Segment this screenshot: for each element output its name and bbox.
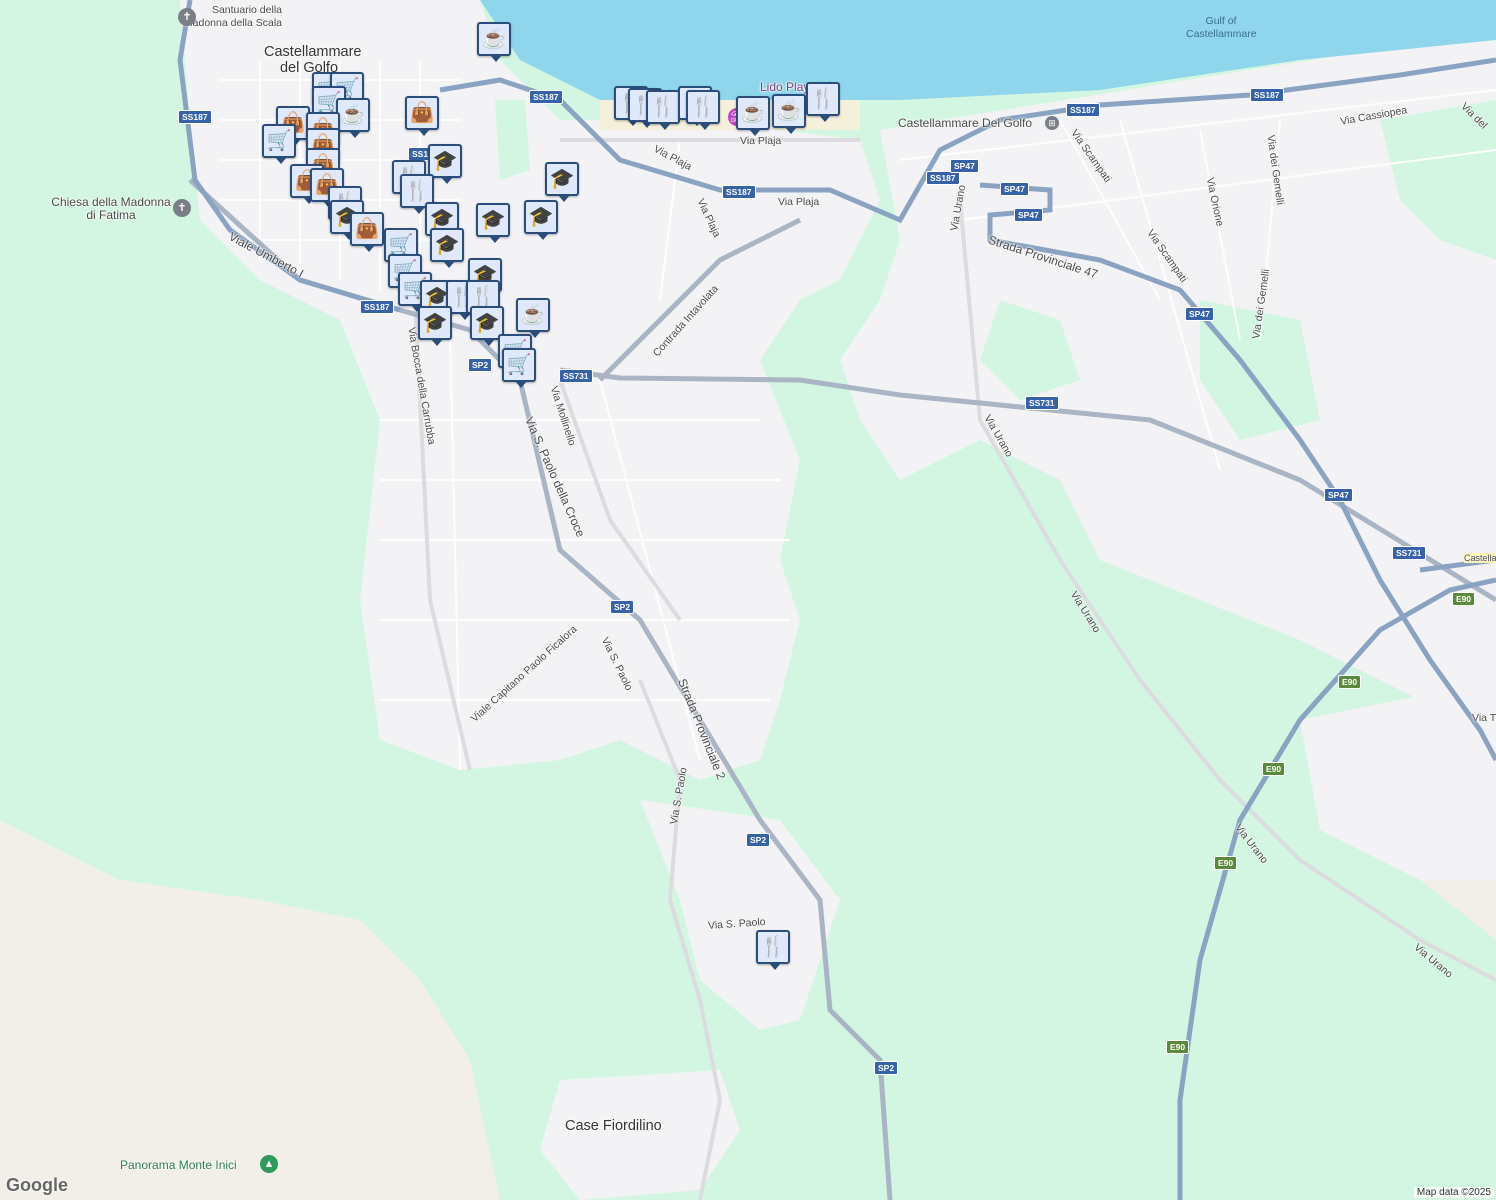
road-shield: SS187 bbox=[1250, 88, 1284, 102]
school-icon[interactable]: 🎓 bbox=[524, 200, 558, 240]
castellammare-edge-label: Castella del G bbox=[1464, 553, 1496, 563]
station-label: Castellammare Del Golfo bbox=[898, 116, 1033, 130]
road-shield: SS187 bbox=[360, 300, 394, 314]
case-fiordilino-label: Case Fiordilino bbox=[565, 1118, 662, 1134]
road-shield: SP2 bbox=[874, 1061, 899, 1075]
cafe-icon[interactable]: ☕ bbox=[736, 96, 770, 136]
road-shield: SS731 bbox=[1025, 396, 1059, 410]
road-shield: SP2 bbox=[468, 358, 493, 372]
park-icon[interactable]: ▲ bbox=[260, 1155, 278, 1173]
church-icon[interactable]: ✝ bbox=[178, 8, 196, 26]
road-shield: SP2 bbox=[610, 600, 635, 614]
street-via-plaja: Via Plaja bbox=[778, 196, 820, 208]
restaurant-icon[interactable]: 🍴 bbox=[756, 930, 790, 970]
gulf-label: Gulf of Castellammare bbox=[1186, 15, 1257, 40]
map-attribution[interactable]: Map data ©2025 bbox=[1413, 1187, 1494, 1198]
shopping-cart-icon[interactable]: 🛒 bbox=[502, 348, 536, 388]
road-shield: E90 bbox=[1452, 592, 1476, 606]
street-via-t: Via T bbox=[1472, 712, 1496, 724]
road-shield: SS731 bbox=[559, 369, 593, 383]
road-shield: SP47 bbox=[1185, 307, 1214, 321]
road-shield: SS187 bbox=[1066, 103, 1100, 117]
road-shield: E90 bbox=[1338, 675, 1362, 689]
sanctuary-label: Santuario della Madonna della Scala bbox=[183, 4, 282, 29]
road-shield: SS187 bbox=[926, 171, 960, 185]
road-shield: SS187 bbox=[722, 185, 756, 199]
road-shield: SS731 bbox=[1392, 546, 1426, 560]
shopping-bag-icon[interactable]: 👜 bbox=[350, 212, 384, 252]
school-icon[interactable]: 🎓 bbox=[545, 162, 579, 202]
cafe-icon[interactable]: ☕ bbox=[477, 22, 511, 62]
panorama-label: Panorama Monte Inici bbox=[120, 1158, 237, 1172]
road-shield: SS187 bbox=[178, 110, 212, 124]
road-shield: SP47 bbox=[1000, 182, 1029, 196]
shopping-cart-icon[interactable]: 🛒 bbox=[262, 124, 296, 164]
road-shield: E90 bbox=[1214, 856, 1238, 870]
church-label: Chiesa della Madonna di Fatima bbox=[51, 195, 171, 222]
road-shield: SP47 bbox=[1324, 488, 1353, 502]
cafe-icon[interactable]: ☕ bbox=[336, 98, 370, 138]
restaurant-icon[interactable]: 🍴 bbox=[686, 90, 720, 130]
school-icon[interactable]: 🎓 bbox=[418, 306, 452, 346]
road-shield: SP47 bbox=[1014, 208, 1043, 222]
cafe-icon[interactable]: ☕ bbox=[516, 298, 550, 338]
restaurant-icon[interactable]: 🍴 bbox=[806, 82, 840, 122]
road-shield: SP47 bbox=[950, 159, 979, 173]
church-icon[interactable]: ✝ bbox=[173, 199, 191, 217]
map-canvas[interactable]: Santuario della Madonna della Scala ✝ Ca… bbox=[0, 0, 1496, 1200]
school-icon[interactable]: 🎓 bbox=[430, 228, 464, 268]
road-shield: SS187 bbox=[529, 90, 563, 104]
shopping-bag-icon[interactable]: 👜 bbox=[405, 96, 439, 136]
street-via-plaja: Via Plaja bbox=[740, 135, 782, 147]
cafe-icon[interactable]: ☕ bbox=[772, 94, 806, 134]
road-shield: E90 bbox=[1262, 762, 1286, 776]
google-logo: Google bbox=[6, 1175, 68, 1195]
restaurant-icon[interactable]: 🍴 bbox=[646, 90, 680, 130]
road-shield: SP2 bbox=[746, 833, 771, 847]
school-icon[interactable]: 🎓 bbox=[428, 144, 462, 184]
road-shield: E90 bbox=[1166, 1040, 1190, 1054]
train-station-icon[interactable]: ⊞ bbox=[1045, 116, 1059, 130]
school-icon[interactable]: 🎓 bbox=[476, 203, 510, 243]
